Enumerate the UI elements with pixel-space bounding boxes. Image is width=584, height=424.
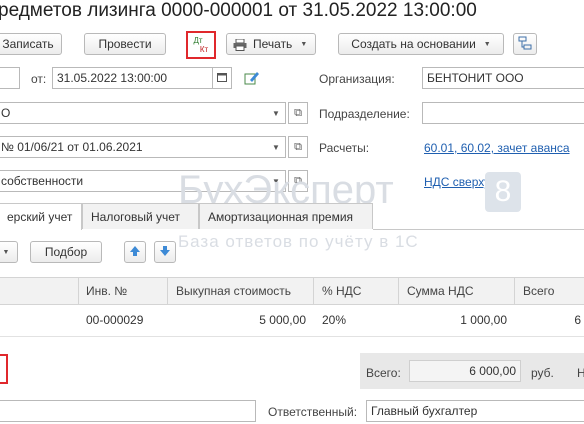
column-vat-percent[interactable]: % НДС [322, 278, 361, 304]
cell-buyout-cost: 5 000,00 [259, 313, 306, 327]
print-button[interactable]: Печать ▼ [226, 33, 316, 55]
tab-accounting[interactable]: ерский учет [0, 203, 82, 230]
open-icon: ⧉ [294, 140, 302, 153]
tab-tax-accounting[interactable]: Налоговый учет [82, 203, 199, 229]
department-field[interactable] [422, 102, 584, 124]
arrow-down-icon [159, 245, 171, 260]
responsible-label: Ответственный: [268, 405, 358, 419]
chevron-down-icon[interactable]: ▼ [268, 137, 284, 157]
totals-label: Всего: [366, 366, 401, 380]
dt-label: Дт [193, 36, 203, 45]
tab-depreciation-bonus-label: Амортизационная премия [208, 209, 354, 224]
dt-kt-button[interactable]: Дт Кт [186, 31, 216, 59]
edit-date-icon[interactable] [244, 70, 260, 89]
totals-extra-label: Н [577, 366, 584, 380]
number-field[interactable] [0, 67, 20, 89]
column-inv-no[interactable]: Инв. № [86, 278, 127, 304]
open-icon: ⧉ [294, 106, 302, 119]
print-button-label: Печать [253, 37, 293, 51]
kt-label: Кт [199, 45, 209, 54]
structure-button[interactable] [513, 33, 537, 55]
select-button[interactable]: Подбор [30, 241, 102, 263]
create-based-on-label: Создать на основании [351, 37, 476, 51]
save-button[interactable]: Записать [0, 33, 62, 55]
calendar-button[interactable] [212, 67, 232, 89]
contract-value: № 01/06/21 от 01.06.2021 [1, 140, 143, 154]
chevron-down-icon: ▼ [2, 248, 10, 256]
post-button-label: Провести [98, 37, 152, 51]
create-based-on-button[interactable]: Создать на основании ▼ [338, 33, 504, 55]
add-dropdown-button[interactable]: ▼ [0, 241, 18, 263]
totals-currency: руб. [531, 366, 554, 380]
cell-vat-sum: 1 000,00 [460, 313, 507, 327]
contract-field[interactable]: № 01/06/21 от 01.06.2021 [0, 136, 286, 158]
select-button-label: Подбор [44, 245, 88, 259]
vat-link[interactable]: НДС сверху [424, 175, 490, 189]
totals-value: 6 000,00 [469, 364, 516, 378]
counterparty-value: О [1, 106, 11, 120]
date-label: от: [31, 72, 47, 86]
post-button[interactable]: Провести [84, 33, 166, 55]
totals-field: 6 000,00 [409, 360, 521, 382]
column-separator [78, 278, 79, 304]
chevron-down-icon: ▼ [300, 40, 308, 48]
structure-icon [518, 36, 532, 53]
column-total[interactable]: Всего [523, 278, 554, 304]
counterparty-field[interactable]: О [0, 102, 286, 124]
date-value: 31.05.2022 13:00:00 [57, 71, 168, 85]
table-header: Инв. № Выкупная стоимость % НДС Сумма НД… [0, 277, 584, 305]
highlight-box [0, 354, 8, 384]
organization-value: БЕНТОНИТ ООО [427, 71, 524, 85]
tab-tax-accounting-label: Налоговый учет [91, 209, 180, 224]
cell-total: 6 [574, 313, 581, 327]
open-counterparty-button[interactable]: ⧉ [288, 102, 308, 124]
move-up-button[interactable] [124, 241, 146, 263]
chevron-down-icon[interactable]: ▼ [268, 103, 284, 123]
watermark-badge: 8 [485, 172, 521, 212]
responsible-field[interactable]: Главный бухгалтер [366, 400, 584, 422]
cell-inv-no: 00-000029 [86, 313, 144, 327]
ownership-value: собственности [1, 174, 84, 188]
arrow-up-icon [129, 245, 141, 260]
save-button-label: Записать [2, 37, 54, 51]
comment-field[interactable] [0, 400, 256, 422]
settlements-link[interactable]: 60.01, 60.02, зачет аванса [424, 141, 570, 155]
move-down-button[interactable] [154, 241, 176, 263]
column-separator [514, 278, 515, 304]
table-row[interactable]: 00-000029 5 000,00 20% 1 000,00 6 [0, 304, 584, 337]
calendar-icon [217, 72, 227, 85]
settlements-label: Расчеты: [319, 141, 370, 155]
organization-label: Организация: [319, 72, 395, 86]
tab-accounting-label: ерский учет [7, 210, 73, 224]
column-separator [167, 278, 168, 304]
tab-depreciation-bonus[interactable]: Амортизационная премия [199, 203, 373, 229]
tabs-divider [373, 229, 584, 230]
date-field[interactable]: 31.05.2022 13:00:00 [52, 67, 232, 89]
printer-icon [233, 38, 247, 51]
page-title: редметов лизинга 0000-000001 от 31.05.20… [0, 0, 477, 21]
chevron-down-icon: ▼ [483, 40, 491, 48]
column-separator [313, 278, 314, 304]
column-buyout-cost[interactable]: Выкупная стоимость [176, 278, 291, 304]
organization-field[interactable]: БЕНТОНИТ ООО [422, 67, 584, 89]
cell-vat-percent: 20% [322, 313, 347, 327]
column-vat-sum[interactable]: Сумма НДС [407, 278, 474, 304]
department-label: Подразделение: [319, 107, 410, 121]
column-separator [398, 278, 399, 304]
responsible-value: Главный бухгалтер [371, 404, 478, 418]
watermark-tagline: База ответов по учёту в 1С [178, 232, 419, 251]
open-contract-button[interactable]: ⧉ [288, 136, 308, 158]
watermark-badge-text: 8 [494, 175, 512, 208]
